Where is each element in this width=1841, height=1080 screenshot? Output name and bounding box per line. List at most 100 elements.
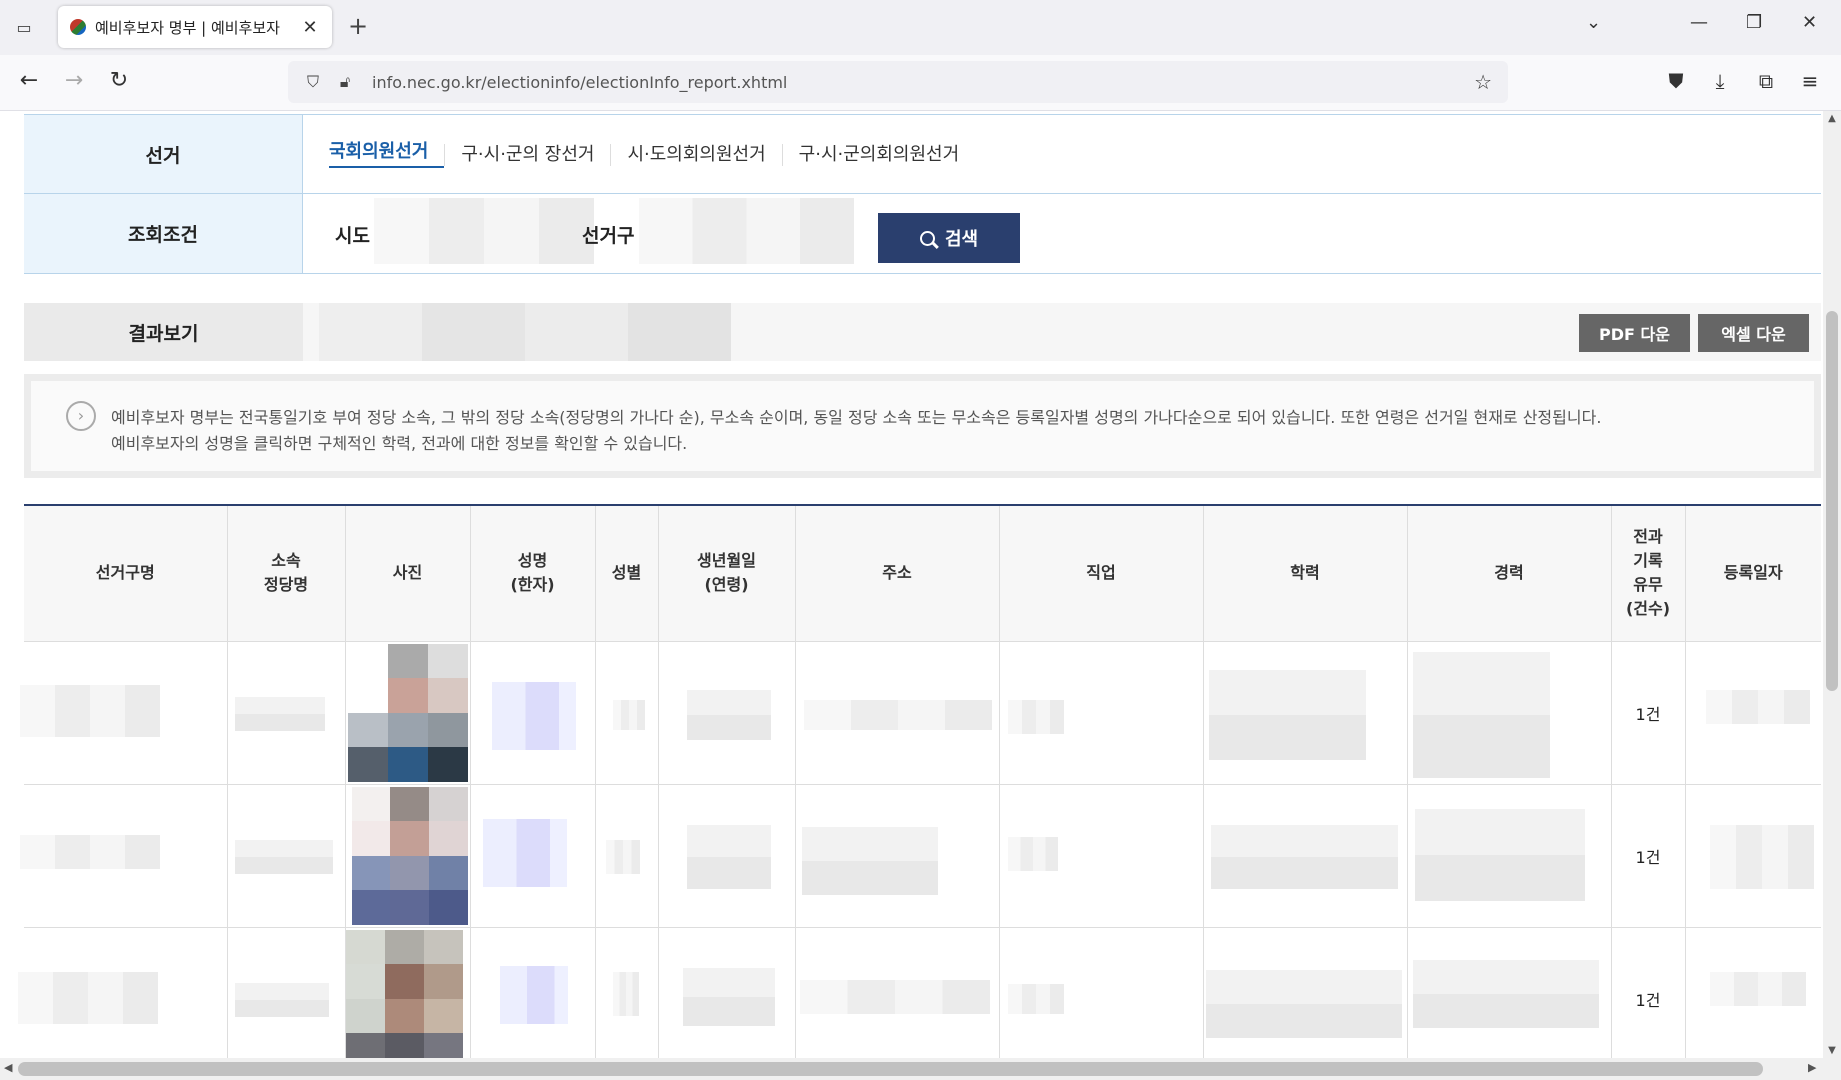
birth-cell bbox=[658, 641, 796, 785]
col-birth: 생년월일 (연령) bbox=[658, 505, 796, 642]
excel-download-button[interactable]: 엑셀 다운 bbox=[1698, 314, 1809, 352]
scroll-down-icon[interactable]: ▼ bbox=[1823, 1045, 1841, 1056]
address-bar[interactable]: ⛉ 🔓︎ info.nec.go.kr/electioninfo/electio… bbox=[288, 61, 1508, 103]
col-career: 경력 bbox=[1407, 505, 1612, 642]
bookmark-star-icon[interactable]: ☆ bbox=[1474, 70, 1492, 94]
tab-local-council[interactable]: 구·시·군의회의원선거 bbox=[781, 143, 975, 166]
birth-cell bbox=[658, 784, 796, 928]
scroll-right-icon[interactable]: ▶ bbox=[1808, 1061, 1816, 1074]
party-cell bbox=[227, 641, 346, 785]
scroll-up-icon[interactable]: ▲ bbox=[1823, 113, 1841, 124]
election-tabs: 국회의원선거 구·시·군의 장선거 시·도의회의원선거 구·시·군의회의원선거 bbox=[329, 115, 975, 194]
insecure-lock-icon[interactable]: 🔓︎ bbox=[334, 72, 356, 92]
criminal-record-cell[interactable]: 1건 bbox=[1611, 641, 1686, 785]
browser-tab-bar: ▭ 예비후보자 명부 | 예비후보자 ✕ + ⌄ — ❐ ✕ bbox=[0, 0, 1841, 55]
district-label: 선거구 bbox=[582, 225, 635, 247]
election-type-row: 선거 국회의원선거 구·시·군의 장선거 시·도의회의원선거 구·시·군의회의원… bbox=[24, 115, 1821, 194]
browser-nav-bar: ← → ↻ ⛉ 🔓︎ info.nec.go.kr/electioninfo/e… bbox=[0, 55, 1841, 111]
tab-title: 예비후보자 명부 | 예비후보자 bbox=[95, 18, 280, 37]
minimize-icon[interactable]: — bbox=[1690, 12, 1708, 33]
col-party: 소속 정당명 bbox=[227, 505, 346, 642]
site-favicon-icon bbox=[70, 19, 86, 35]
vertical-scrollbar[interactable]: ▲ ▼ bbox=[1823, 111, 1841, 1058]
result-label: 결과보기 bbox=[24, 303, 303, 361]
search-icon bbox=[919, 230, 935, 246]
restore-icon[interactable]: ❐ bbox=[1746, 12, 1762, 33]
gender-cell bbox=[595, 927, 659, 1058]
district-cell bbox=[20, 641, 228, 785]
tab-provincial-council[interactable]: 시·도의회의원선거 bbox=[610, 143, 781, 166]
forward-icon[interactable]: → bbox=[59, 68, 89, 93]
candidate-name[interactable] bbox=[470, 641, 596, 785]
candidate-photo[interactable] bbox=[345, 641, 471, 785]
result-summary bbox=[319, 303, 731, 361]
search-form: 선거 국회의원선거 구·시·군의 장선거 시·도의회의원선거 구·시·군의회의원… bbox=[24, 114, 1821, 274]
birth-cell bbox=[658, 927, 796, 1058]
career-cell bbox=[1407, 927, 1612, 1058]
district-cell bbox=[20, 784, 228, 928]
scroll-left-icon[interactable]: ◀ bbox=[4, 1061, 12, 1074]
chevron-right-circle-icon: › bbox=[66, 401, 96, 431]
party-cell bbox=[227, 784, 346, 928]
reg-date-cell bbox=[1685, 927, 1821, 1058]
col-name: 성명 (한자) bbox=[470, 505, 596, 642]
candidate-photo[interactable] bbox=[345, 784, 471, 928]
criminal-record-cell[interactable]: 1건 bbox=[1611, 784, 1686, 928]
col-district: 선거구명 bbox=[24, 505, 228, 642]
col-education: 학력 bbox=[1203, 505, 1408, 642]
career-cell bbox=[1407, 641, 1612, 785]
party-cell bbox=[227, 927, 346, 1058]
job-cell bbox=[999, 784, 1204, 928]
table-row: 1건 bbox=[18, 927, 1821, 1058]
criminal-record-cell[interactable]: 1건 bbox=[1611, 927, 1686, 1058]
menu-icon[interactable]: ≡ bbox=[1796, 69, 1824, 93]
close-tab-icon[interactable]: ✕ bbox=[300, 17, 320, 38]
new-tab-icon[interactable]: + bbox=[348, 12, 368, 40]
horizontal-scroll-thumb[interactable] bbox=[18, 1062, 1763, 1076]
education-cell bbox=[1203, 641, 1408, 785]
candidate-photo[interactable] bbox=[345, 927, 471, 1058]
back-icon[interactable]: ← bbox=[14, 68, 44, 93]
col-photo: 사진 bbox=[345, 505, 471, 642]
reload-icon[interactable]: ↻ bbox=[104, 68, 134, 93]
reg-date-cell bbox=[1685, 641, 1821, 785]
search-button-label: 검색 bbox=[944, 229, 979, 250]
district-cell bbox=[18, 927, 228, 1058]
address-cell bbox=[795, 641, 1000, 785]
col-address: 주소 bbox=[795, 505, 1000, 642]
career-cell bbox=[1407, 784, 1612, 928]
candidate-table: 선거구명 소속 정당명 사진 성명 (한자) 성별 생년월일 (연령) 주소 직업 학… bbox=[18, 504, 1821, 1058]
browser-tab[interactable]: 예비후보자 명부 | 예비후보자 ✕ bbox=[58, 6, 332, 48]
table-row: 1건 bbox=[20, 641, 1821, 785]
horizontal-scrollbar[interactable]: ◀ ▶ bbox=[0, 1058, 1841, 1080]
address-cell bbox=[795, 784, 1000, 928]
tab-national-assembly[interactable]: 국회의원선거 bbox=[329, 141, 445, 168]
tab-list-icon[interactable]: ▭ bbox=[10, 15, 38, 39]
result-bar: 결과보기 PDF 다운 엑셀 다운 bbox=[24, 303, 1821, 361]
download-icon[interactable]: ⤓ bbox=[1706, 69, 1734, 93]
tab-overflow-chevron-icon[interactable]: ⌄ bbox=[1586, 12, 1601, 33]
pdf-download-button[interactable]: PDF 다운 bbox=[1579, 314, 1690, 352]
job-cell bbox=[999, 927, 1204, 1058]
pocket-icon[interactable]: ⛊ bbox=[1662, 69, 1690, 93]
sido-select[interactable] bbox=[374, 198, 594, 264]
shield-icon[interactable]: ⛉ bbox=[302, 72, 324, 92]
extensions-icon[interactable]: ⧉ bbox=[1752, 69, 1780, 93]
notice-line-2: 예비후보자의 성명을 클릭하면 구체적인 학력, 전과에 대한 정보를 확인할 … bbox=[111, 434, 688, 453]
notice-line-1: 예비후보자 명부는 전국통일기호 부여 정당 소속, 그 밖의 정당 소속(정당… bbox=[111, 408, 1602, 427]
vertical-scroll-thumb[interactable] bbox=[1826, 311, 1838, 691]
close-window-icon[interactable]: ✕ bbox=[1802, 12, 1817, 33]
tab-local-head[interactable]: 구·시·군의 장선거 bbox=[444, 143, 610, 166]
candidate-name[interactable] bbox=[470, 927, 596, 1058]
table-row: 1건 bbox=[20, 784, 1821, 928]
search-button[interactable]: 검색 bbox=[878, 213, 1020, 263]
address-cell bbox=[795, 927, 1000, 1058]
gender-cell bbox=[595, 641, 659, 785]
col-criminal: 전과 기록 유무 (건수) bbox=[1611, 505, 1686, 642]
col-reg-date: 등록일자 bbox=[1685, 505, 1821, 642]
photo-image bbox=[345, 929, 464, 1058]
district-select[interactable] bbox=[639, 198, 854, 264]
education-cell bbox=[1203, 927, 1408, 1058]
condition-label: 조회조건 bbox=[24, 194, 303, 273]
candidate-name[interactable] bbox=[470, 784, 596, 928]
